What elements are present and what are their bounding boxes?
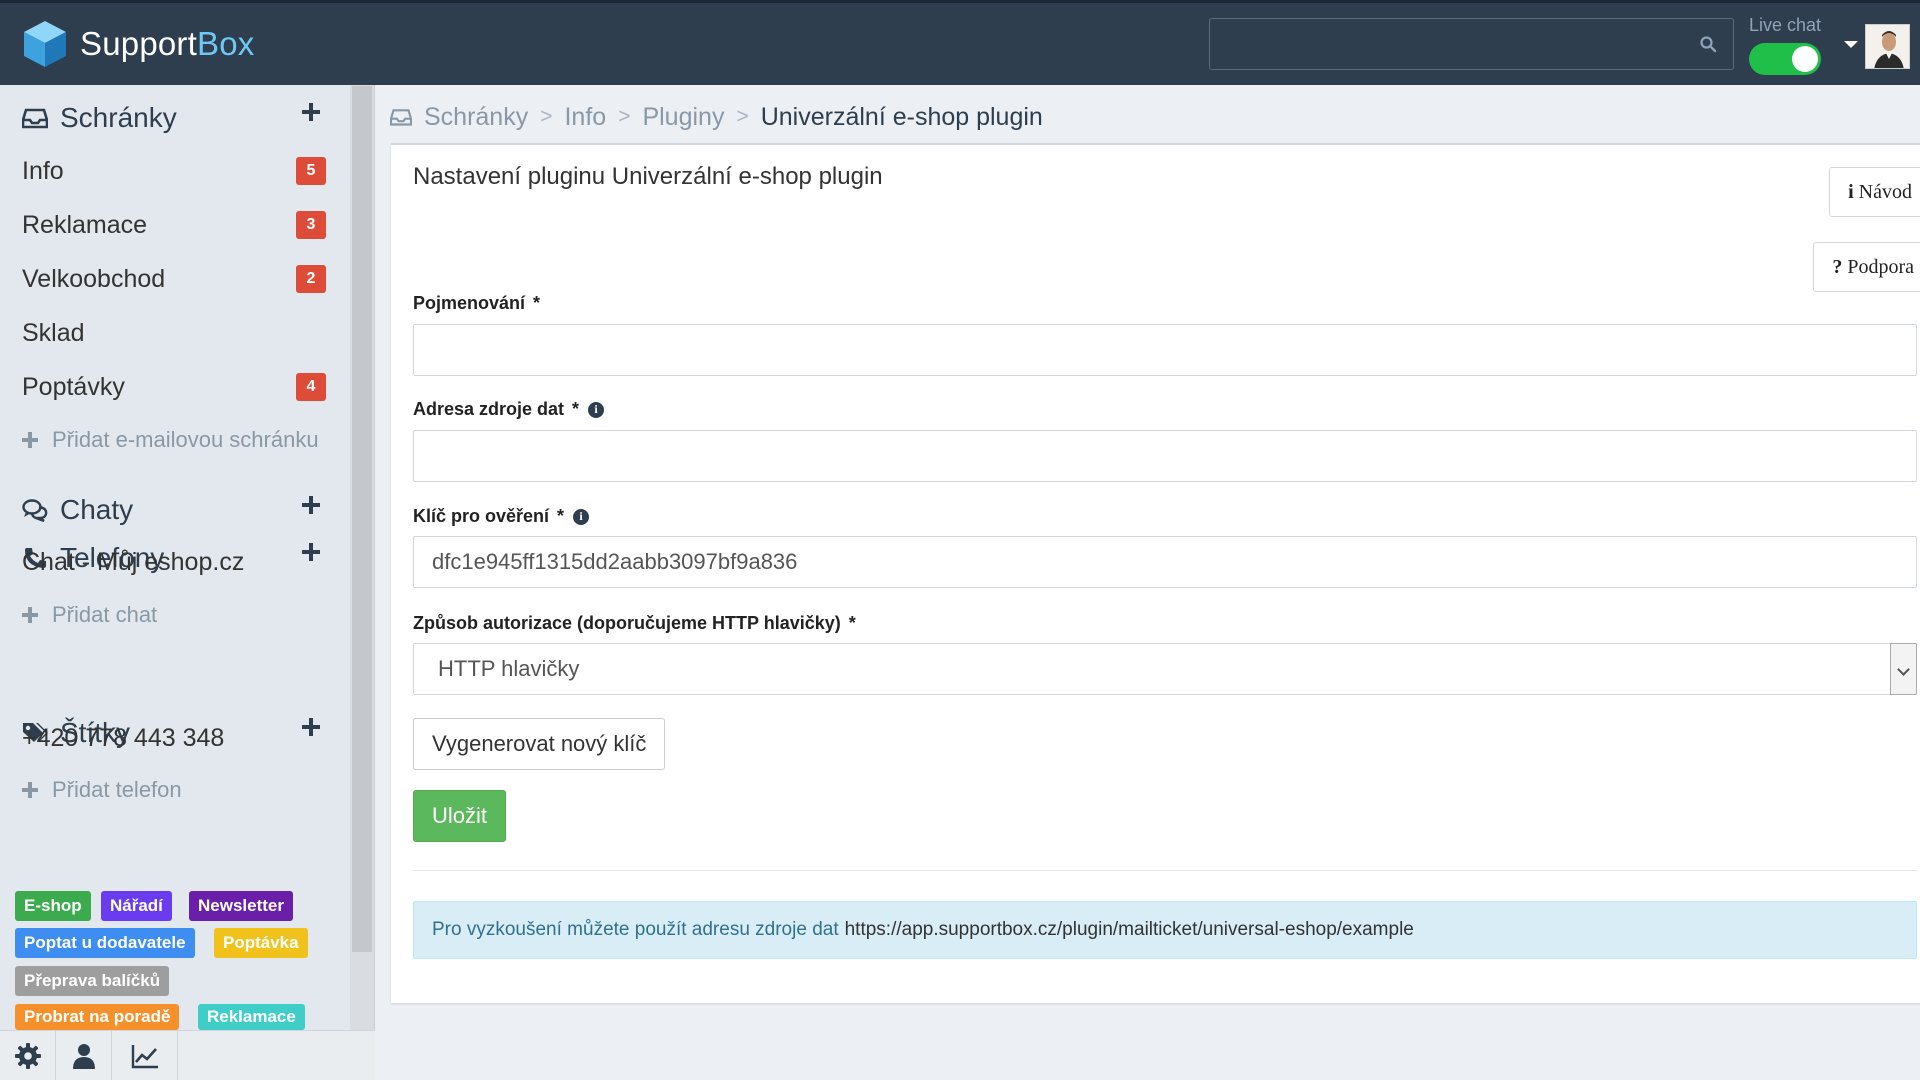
breadcrumb-separator: >: [618, 105, 631, 128]
info-icon: i: [1848, 180, 1854, 203]
inbox-icon: [22, 108, 48, 129]
add-mailbox-link[interactable]: Přidat e-mailovou schránku: [22, 423, 319, 457]
add-chat-plus-icon[interactable]: [302, 496, 320, 514]
app-logo[interactable]: SupportBox: [22, 19, 254, 69]
inbox-icon: [390, 109, 412, 126]
statistics-button[interactable]: [112, 1031, 178, 1080]
line-chart-icon: [131, 1045, 158, 1069]
live-chat-toggle[interactable]: [1749, 43, 1821, 75]
breadcrumb-separator: >: [540, 105, 553, 128]
name-input[interactable]: [413, 324, 1917, 376]
user-menu-chevron-down-icon[interactable]: [1844, 41, 1858, 48]
required-marker: *: [572, 399, 580, 419]
info-circle-icon[interactable]: i: [588, 401, 605, 418]
plugin-settings-panel: Nastavení pluginu Univerzální e-shop plu…: [391, 143, 1920, 1003]
breadcrumb-separator: >: [736, 105, 749, 128]
top-header: SupportBox Live chat: [0, 0, 1920, 85]
chats-title: Chaty: [60, 494, 134, 525]
unread-badge: 3: [296, 211, 326, 239]
info-alert-text: Pro vyzkoušení můžete použít adresu zdro…: [432, 919, 839, 940]
global-search[interactable]: [1209, 18, 1734, 70]
example-url[interactable]: https://app.supportbox.cz/plugin/mailtic…: [845, 919, 1414, 941]
plus-icon: [22, 432, 38, 448]
breadcrumb-pluginy[interactable]: Pluginy: [642, 103, 724, 132]
support-button[interactable]: ? Podpora: [1813, 242, 1920, 292]
settings-button[interactable]: [0, 1031, 56, 1080]
sidebar-divider: [374, 85, 375, 1080]
verification-key-input[interactable]: [413, 536, 1917, 588]
sidebar-scrollbar-thumb[interactable]: [352, 86, 372, 952]
logo-text: SupportBox: [80, 25, 255, 62]
tag-reklamace[interactable]: Reklamace: [198, 1004, 305, 1030]
source-url-label: Adresa zdroje dat * i: [413, 399, 605, 420]
tag-poptat-u-dodavatele[interactable]: Poptat u dodavatele: [15, 928, 195, 958]
tag-probrat-na-porade[interactable]: Probrat na poradě: [15, 1004, 180, 1030]
source-url-input[interactable]: [413, 430, 1917, 482]
sidebar-item-chat[interactable]: Chat - Můj eshop.cz: [22, 542, 332, 582]
breadcrumb-info[interactable]: Info: [564, 103, 606, 132]
tag-poptavka[interactable]: Poptávka: [214, 928, 308, 958]
tag-preprava-balicku[interactable]: Přeprava balíčků: [15, 966, 170, 996]
toggle-knob: [1792, 46, 1818, 72]
add-phone-link[interactable]: Přidat telefon: [22, 773, 182, 807]
chevron-down-icon[interactable]: [1890, 643, 1917, 695]
breadcrumb-current: Univerzální e-shop plugin: [760, 102, 1043, 131]
avatar-image: [1866, 25, 1909, 68]
tag-e-shop[interactable]: E-shop: [15, 891, 91, 921]
page-title: Nastavení pluginu Univerzální e-shop plu…: [413, 163, 883, 190]
gear-icon: [14, 1043, 41, 1069]
sidebar-item-phone[interactable]: +420 778 443 348: [22, 718, 332, 758]
name-label: Pojmenování *: [413, 293, 541, 313]
unread-badge: 5: [296, 157, 326, 185]
required-marker: *: [848, 613, 856, 633]
breadcrumb-schranky[interactable]: Schránky: [424, 103, 528, 132]
sidebar-item-info[interactable]: Info 5: [22, 151, 332, 191]
generate-key-button[interactable]: Vygenerovat nový klíč: [413, 718, 666, 770]
info-alert: Pro vyzkoušení můžete použít adresu zdro…: [413, 901, 1917, 959]
sidebar-item-velkoobchod[interactable]: Velkoobchod 2: [22, 259, 332, 299]
add-mailbox-plus-icon[interactable]: [302, 103, 320, 121]
live-chat-label: Live chat: [1749, 15, 1822, 35]
required-marker: *: [557, 506, 565, 526]
divider: [413, 870, 1917, 871]
auth-method-label: Způsob autorizace (doporučujeme HTTP hla…: [413, 613, 856, 633]
sidebar-toolbar: [0, 1030, 375, 1080]
sidebar-item-poptavky[interactable]: Poptávky 4: [22, 367, 332, 407]
add-chat-link[interactable]: Přidat chat: [22, 598, 157, 632]
plus-icon: [22, 782, 38, 798]
required-marker: *: [533, 293, 541, 313]
sidebar-item-sklad[interactable]: Sklad: [22, 313, 332, 353]
user-avatar[interactable]: [1865, 24, 1910, 69]
save-button[interactable]: Uložit: [413, 790, 507, 842]
chats-section-header[interactable]: Chaty: [22, 490, 133, 530]
search-input[interactable]: [1210, 19, 1733, 69]
breadcrumb: Schránky > Info > Pluginy > Univerzální …: [390, 100, 1043, 134]
mailboxes-title: Schránky: [60, 102, 177, 133]
search-icon[interactable]: [1699, 35, 1717, 53]
question-icon: ?: [1832, 255, 1843, 278]
tag-naradi[interactable]: Nářadí: [101, 891, 172, 921]
auth-method-select[interactable]: HTTP hlavičky: [413, 643, 1917, 695]
plus-icon: [22, 607, 38, 623]
profile-button[interactable]: [56, 1031, 112, 1080]
mailboxes-section-header[interactable]: Schránky: [22, 98, 177, 138]
box-logo-icon: [24, 21, 66, 67]
user-icon: [72, 1044, 95, 1069]
verification-key-label: Klíč pro ověření * i: [413, 506, 590, 527]
chat-bubbles-icon: [22, 499, 48, 522]
sidebar-item-reklamace[interactable]: Reklamace 3: [22, 205, 332, 245]
unread-badge: 2: [296, 265, 326, 293]
guide-button[interactable]: i Návod: [1829, 167, 1920, 217]
info-circle-icon[interactable]: i: [573, 508, 590, 525]
tag-newsletter[interactable]: Newsletter: [189, 891, 293, 921]
unread-badge: 4: [296, 373, 326, 401]
